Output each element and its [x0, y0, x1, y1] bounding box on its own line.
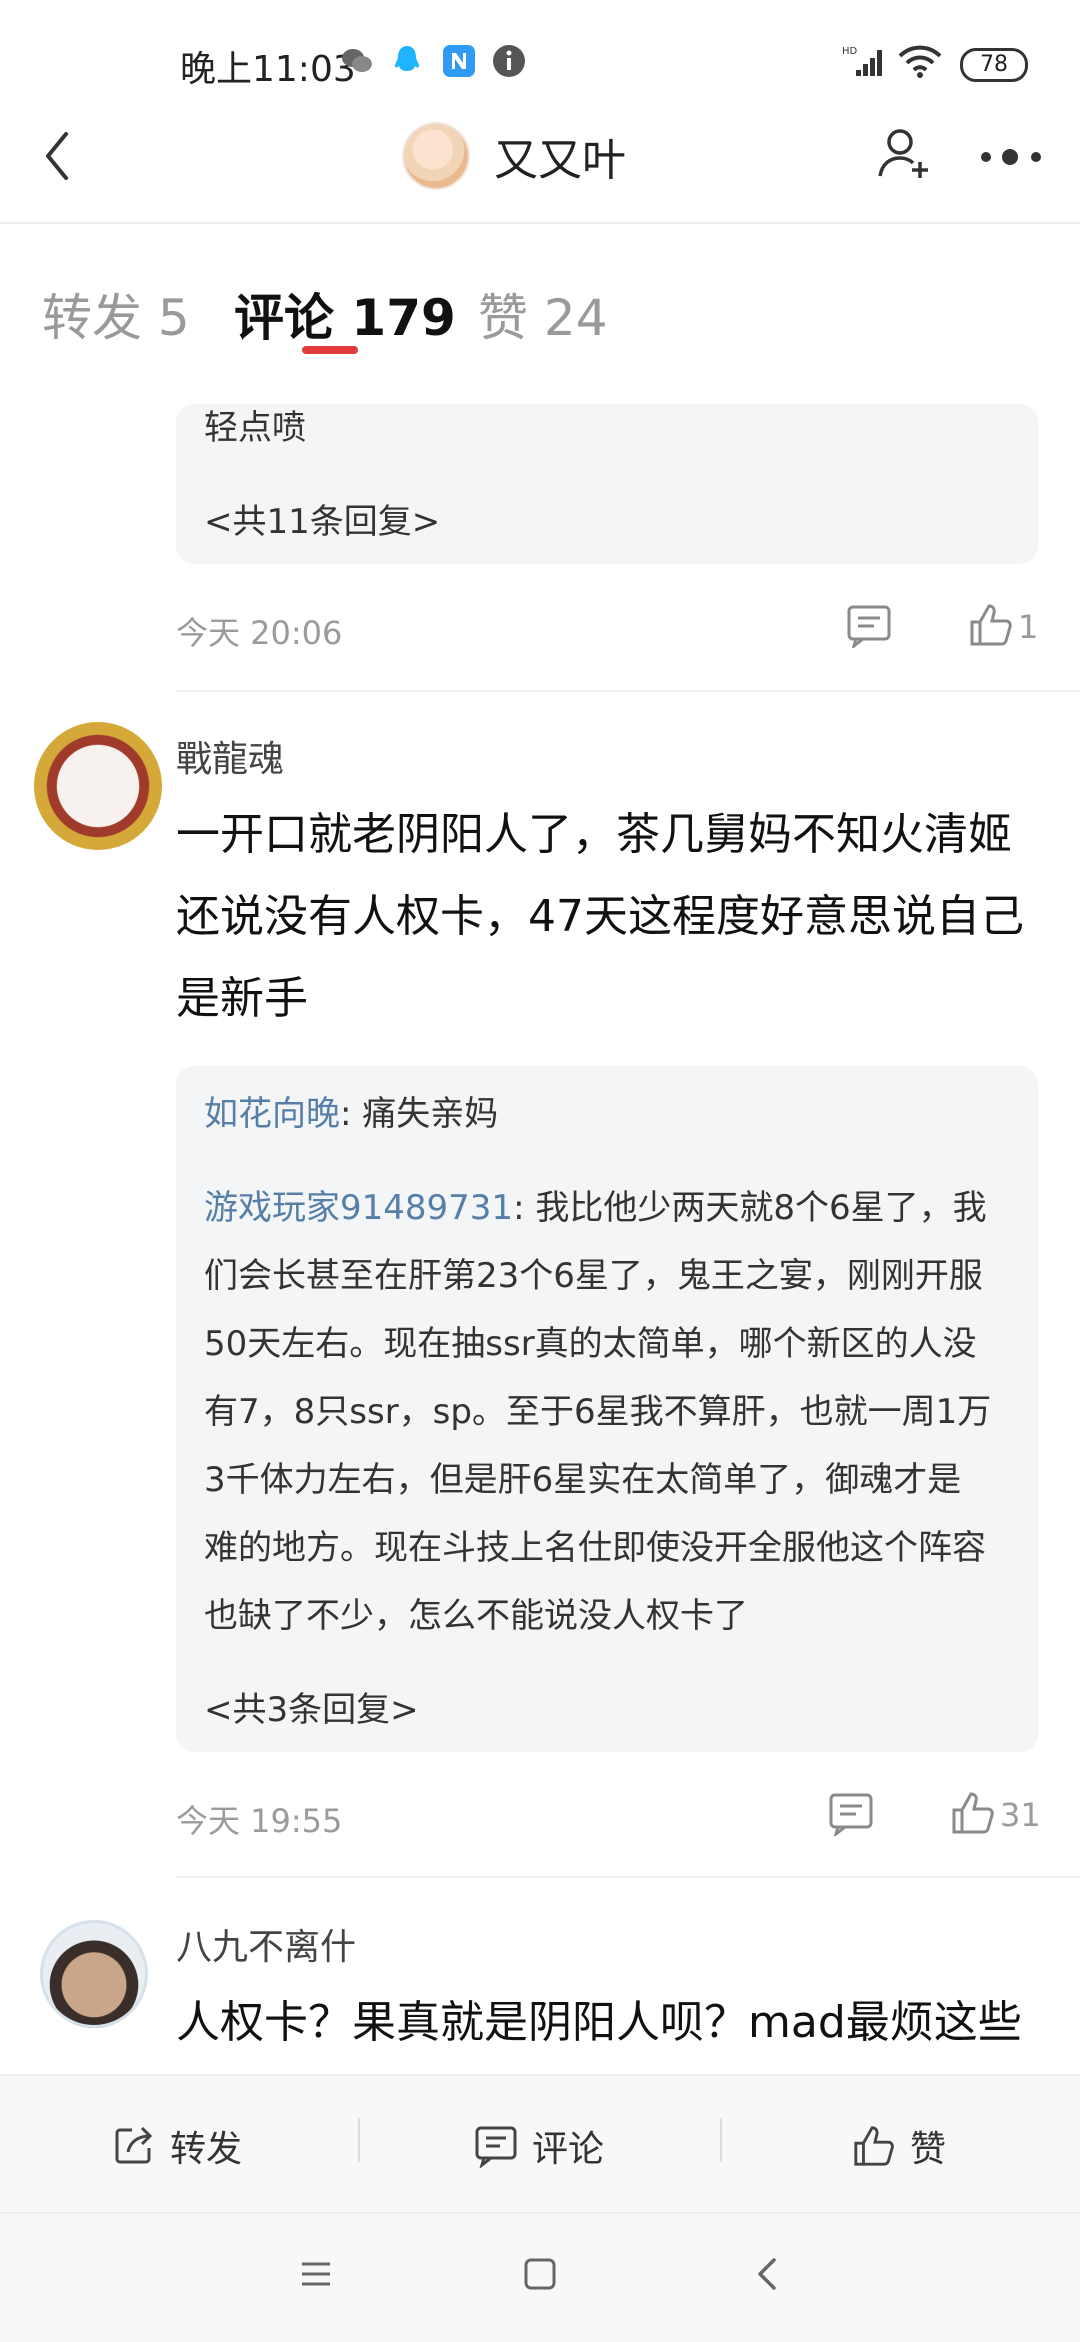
comment-divider [176, 1876, 1080, 1878]
tab-reposts[interactable]: 转发 5 [42, 278, 190, 350]
comment-time: 今天 19:55 [176, 1802, 343, 1840]
reply-content: 我比他少两天就8个6星了，我 [535, 1188, 987, 1228]
like-count: 31 [1000, 1796, 1041, 1834]
like-button[interactable]: 赞 [852, 2120, 946, 2172]
avatar[interactable] [40, 1920, 148, 2028]
comment-text-line: 是新手 [176, 973, 308, 1024]
status-time: 晚上11:03 [180, 49, 356, 90]
comment-username[interactable]: 八九不离什 [176, 1918, 356, 1970]
comment-button[interactable]: 评论 [474, 2120, 604, 2172]
tab-likes[interactable]: 赞 24 [478, 278, 608, 350]
comment-text-line: 一开口就老阴阳人了，茶几舅妈不知火清姬 [176, 809, 1012, 860]
tab-comments[interactable]: 评论 179 [234, 278, 456, 350]
reply-icon[interactable] [846, 604, 892, 648]
share-icon [112, 2124, 156, 2168]
reply-icon[interactable] [828, 1792, 874, 1836]
wechat-icon [340, 44, 374, 78]
comment-username[interactable]: 戰龍魂 [176, 730, 284, 782]
info-icon [492, 44, 526, 78]
avatar[interactable] [34, 722, 162, 850]
share-button[interactable]: 转发 [112, 2120, 242, 2172]
reply-content: 们会长甚至在肝第23个6星了，鬼王之宴，刚刚开服 [204, 1256, 983, 1296]
reply-text: 轻点喷 [204, 408, 306, 448]
reply-content: 3千体力左右，但是肝6星实在太简单了，御魂才是 [204, 1460, 962, 1500]
like-count: 1 [1018, 608, 1039, 646]
like-label: 赞 [910, 2129, 947, 2170]
like-icon [852, 2124, 896, 2168]
like-icon[interactable] [968, 602, 1014, 648]
reply-content: 有7，8只ssr，sp。至于6星我不算肝，也就一周1万 [204, 1392, 992, 1432]
comment-divider [176, 690, 1080, 692]
comment-icon [474, 2124, 518, 2168]
svg-text:HD: HD [842, 46, 858, 57]
n-app-icon [442, 44, 476, 78]
comment-label: 评论 [532, 2129, 605, 2170]
more-icon[interactable] [980, 142, 1044, 172]
wifi-icon [898, 44, 942, 78]
reply-separator: : [513, 1188, 536, 1228]
reply-username[interactable]: 如花向晚 [204, 1094, 340, 1134]
reply-username[interactable]: 游戏玩家91489731 [204, 1188, 513, 1228]
battery-icon: 78 [960, 48, 1028, 82]
action-separator [720, 2118, 722, 2162]
tab-indicator [302, 346, 358, 354]
view-replies-link[interactable]: <共11条回复> [204, 494, 440, 543]
comment-text-line: 还说没有人权卡，47天这程度好意思说自己 [176, 891, 1024, 942]
reply-item: 游戏玩家91489731: 我比他少两天就8个6星了，我 [204, 1174, 987, 1242]
reply-content: 难的地方。现在斗技上名仕即使没开全服他这个阵容 [204, 1528, 986, 1568]
back-icon[interactable] [38, 128, 78, 184]
reply-content: 也缺了不少，怎么不能说没人权卡了 [204, 1596, 748, 1636]
header-divider [0, 222, 1080, 224]
comment-text-line: 人权卡？果真就是阴阳人呗？mad最烦这些 [176, 1997, 1022, 2048]
home-icon[interactable] [522, 2256, 558, 2292]
add-user-icon[interactable] [876, 124, 936, 184]
reply-content: 50天左右。现在抽ssr真的太简单，哪个新区的人没 [204, 1324, 977, 1364]
reply-content: 痛失亲妈 [362, 1094, 499, 1134]
page-title: 又又叶 [494, 135, 626, 186]
qq-icon [390, 44, 424, 78]
share-label: 转发 [170, 2129, 243, 2170]
hd-signal-icon: HD [842, 44, 888, 78]
reply-item: 如花向晚: 痛失亲妈 [204, 1080, 498, 1148]
back-nav-icon[interactable] [752, 2254, 784, 2294]
view-replies-link[interactable]: <共3条回复> [204, 1682, 419, 1731]
reply-separator: : [340, 1094, 363, 1134]
like-icon[interactable] [950, 1790, 996, 1836]
comment-time: 今天 20:06 [176, 614, 343, 652]
menu-icon[interactable] [298, 2256, 334, 2292]
action-separator [358, 2118, 360, 2162]
avatar[interactable] [404, 124, 468, 188]
